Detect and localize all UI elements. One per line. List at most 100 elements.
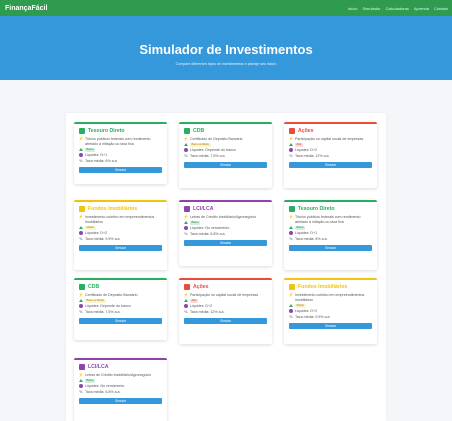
percent-icon: % [289, 153, 293, 158]
nav-link-aprenda[interactable]: Aprenda [414, 6, 429, 11]
card-info-row: % Taxa média: 9.5% a.a. [289, 315, 372, 320]
risk-badge: Baixo a Médio [190, 141, 211, 147]
percent-icon: % [184, 231, 188, 236]
risk-triangle-icon [79, 148, 83, 152]
card-info-row: % Taxa média: 12% a.a. [184, 310, 267, 315]
card-info-row: % Taxa média: 6.8% a.a. [184, 232, 267, 237]
lightning-icon: ⚡ [183, 215, 189, 219]
lightning-icon: ⚡ [288, 137, 294, 141]
card-info-row: Liquidez: D+1 [79, 153, 162, 158]
card-title: Ações [298, 128, 314, 134]
risk-triangle-icon [184, 221, 188, 225]
card-info-text: Investimento coletivo em empreendimentos… [295, 293, 365, 302]
card-info-text: Liquidez: D+2 [190, 303, 213, 308]
nav-link-simulador[interactable]: Simulador [362, 6, 380, 11]
card-info-text: Letras de Crédito Imobiliário/Agronegóci… [190, 215, 257, 219]
investment-type-icon [184, 206, 190, 212]
simulate-button[interactable]: Simular [184, 161, 267, 168]
card-info-row: ⚡ Participação no capital social de empre… [184, 293, 267, 298]
liquidity-icon [289, 231, 293, 236]
card-title: CDB [193, 128, 205, 134]
investment-card: CDB ⚡ Certificado de Depósito Bancário Baix… [179, 122, 272, 188]
percent-icon: % [289, 314, 293, 319]
investment-panel: Tesouro Direto ⚡ Títulos públicos federais… [66, 113, 386, 421]
simulate-button[interactable]: Simular [184, 239, 267, 246]
card-info-row: ⚡ Títulos públicos federais com rendiment… [79, 137, 162, 147]
card-info-row: Baixo [289, 224, 372, 230]
card-title: Fundos Imobiliários [298, 284, 348, 290]
card-info-text: Investimento coletivo em empreendimentos… [85, 215, 155, 224]
card-info-row: ⚡ Participação no capital social de empre… [289, 137, 372, 142]
card-info-text: Liquidez: D+2 [295, 147, 318, 152]
investment-type-icon [79, 206, 85, 212]
card-info-row: Liquidez: D+2 [184, 304, 267, 309]
card-header: CDB [79, 284, 162, 290]
card-header: Fundos Imobiliários [79, 206, 162, 212]
liquidity-icon [79, 231, 83, 236]
risk-triangle-icon [184, 299, 188, 303]
nav-link-inicio[interactable]: Início [348, 6, 358, 11]
nav-link-calculadoras[interactable]: Calculadoras [386, 6, 409, 11]
liquidity-icon [79, 153, 83, 158]
card-info-row: ⚡ Investimento coletivo em empreendimento… [79, 215, 162, 225]
card-info-text: Liquidez: D+1 [295, 230, 318, 235]
lightning-icon: ⚡ [78, 137, 84, 141]
percent-icon: % [289, 236, 293, 241]
page-title: Simulador de Investimentos [139, 42, 313, 57]
card-title: Fundos Imobiliários [88, 206, 138, 212]
card-info-row: Baixo a Médio [79, 298, 162, 303]
brand-logo[interactable]: FinançaFácil [5, 5, 47, 12]
lightning-icon: ⚡ [183, 137, 189, 141]
card-info-text: Taxa média: 12% a.a. [190, 309, 225, 314]
liquidity-icon [184, 226, 188, 231]
card-info-row: Liquidez: No vencimento [79, 384, 162, 389]
card-info-text: Liquidez: Depende do banco [85, 303, 131, 308]
card-info-row: Médio [289, 303, 372, 308]
lightning-icon: ⚡ [288, 293, 294, 297]
simulate-button[interactable]: Simular [79, 166, 162, 173]
simulate-button[interactable]: Simular [289, 322, 372, 329]
card-header: Tesouro Direto [289, 206, 372, 212]
navbar: FinançaFácil Início Simulador Calculador… [0, 0, 452, 16]
card-info-row: % Taxa média: 6% a.a. [79, 159, 162, 164]
card-info-text: Taxa média: 6.8% a.a. [190, 231, 226, 236]
card-header: Fundos Imobiliários [289, 284, 372, 290]
card-title: LCI/LCA [193, 206, 214, 212]
card-info-row: ⚡ Investimento coletivo em empreendimento… [289, 293, 372, 303]
investment-type-icon [184, 284, 190, 290]
simulate-button[interactable]: Simular [289, 161, 372, 168]
nav-links: Início Simulador Calculadoras Aprenda Co… [348, 6, 448, 11]
card-header: LCI/LCA [79, 364, 162, 370]
card-info-row: Alto [289, 141, 372, 147]
card-info-text: Taxa média: 7.5% a.a. [190, 153, 226, 158]
card-info-text: Liquidez: D+1 [85, 152, 108, 157]
card-info-text: Taxa média: 12% a.a. [295, 153, 330, 158]
simulate-button[interactable]: Simular [79, 244, 162, 251]
investment-type-icon [79, 128, 85, 134]
simulate-button[interactable]: Simular [289, 244, 372, 251]
card-info-row: ⚡ Títulos públicos federais com rendiment… [289, 215, 372, 225]
nav-link-contato[interactable]: Contato [434, 6, 448, 11]
lightning-icon: ⚡ [183, 293, 189, 297]
investment-card: Fundos Imobiliários ⚡ Investimento coletiv… [284, 278, 377, 344]
simulate-button[interactable]: Simular [79, 317, 162, 324]
card-info-text: Letras de Crédito Imobiliário/Agronegóci… [85, 373, 152, 377]
investment-type-icon [289, 206, 295, 212]
card-info-row: Baixo [184, 220, 267, 225]
risk-badge: Alto [295, 141, 303, 147]
investment-card: LCI/LCA ⚡ Letras de Crédito Imobiliário/Ag… [179, 200, 272, 266]
card-info-text: Taxa média: 6% a.a. [85, 158, 118, 163]
risk-badge: Médio [85, 224, 96, 230]
card-info-text: Liquidez: No vencimento [190, 225, 230, 230]
investment-type-icon [289, 128, 295, 134]
simulate-button[interactable]: Simular [79, 397, 162, 404]
simulate-button[interactable]: Simular [184, 317, 267, 324]
percent-icon: % [184, 153, 188, 158]
investment-type-icon [289, 284, 295, 290]
investment-card: Ações ⚡ Participação no capital social de … [179, 278, 272, 344]
risk-badge: Baixo [295, 224, 305, 230]
investment-card: Tesouro Direto ⚡ Títulos públicos federais… [74, 122, 167, 184]
card-info-row: Liquidez: Depende do banco [184, 148, 267, 153]
card-info-row: Baixo [79, 378, 162, 383]
card-info-row: % Taxa média: 7.5% a.a. [184, 154, 267, 159]
